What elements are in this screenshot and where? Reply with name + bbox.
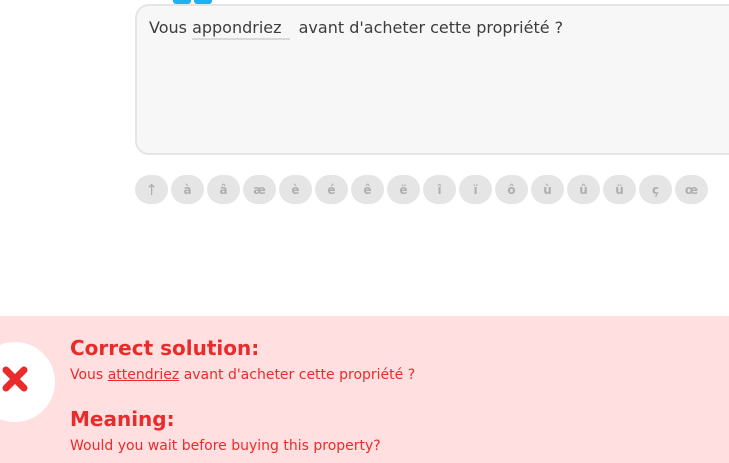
- solution-highlighted-word: attendriez: [107, 367, 180, 383]
- char-key-ae[interactable]: æ: [243, 175, 276, 204]
- typed-answer-blank[interactable]: appondriez: [192, 18, 290, 40]
- char-key-i-diaeresis[interactable]: ï: [459, 175, 492, 204]
- meaning-title: Meaning:: [70, 407, 175, 431]
- char-key-e-grave[interactable]: è: [279, 175, 312, 204]
- meaning-text: Would you wait before buying this proper…: [70, 438, 381, 454]
- char-key-oe[interactable]: œ: [675, 175, 708, 204]
- incorrect-badge: [0, 342, 55, 422]
- char-key-c-cedilla[interactable]: ç: [639, 175, 672, 204]
- char-key-i-circumflex[interactable]: î: [423, 175, 456, 204]
- char-key-e-circumflex[interactable]: ê: [351, 175, 384, 204]
- solution-prefix: Vous: [70, 367, 104, 383]
- char-key-o-circumflex[interactable]: ô: [495, 175, 528, 204]
- shift-key[interactable]: ↑: [135, 175, 168, 204]
- char-key-u-diaeresis[interactable]: ü: [603, 175, 636, 204]
- close-icon: [2, 366, 28, 392]
- correct-solution-title: Correct solution:: [70, 336, 260, 360]
- char-key-a-circumflex[interactable]: â: [207, 175, 240, 204]
- char-key-u-circumflex[interactable]: û: [567, 175, 600, 204]
- char-key-e-diaeresis[interactable]: ë: [387, 175, 420, 204]
- char-key-e-acute[interactable]: é: [315, 175, 348, 204]
- answer-textarea[interactable]: Vous appondriez avant d'acheter cette pr…: [135, 4, 729, 155]
- correct-solution-text: Vous attendriez avant d'acheter cette pr…: [70, 367, 415, 383]
- char-key-u-grave[interactable]: ù: [531, 175, 564, 204]
- incorrect-feedback-panel: Correct solution: Vous attendriez avant …: [0, 316, 729, 463]
- typed-answer: appondriez: [192, 18, 282, 37]
- sentence-suffix: avant d'acheter cette propriété ?: [298, 18, 564, 37]
- special-character-keyboard: ↑ à â æ è é ê ë î ï ô ù û ü ç œ: [135, 175, 708, 204]
- sentence-prefix: Vous: [149, 18, 187, 37]
- solution-suffix: avant d'acheter cette propriété ?: [183, 367, 416, 383]
- char-key-a-grave[interactable]: à: [171, 175, 204, 204]
